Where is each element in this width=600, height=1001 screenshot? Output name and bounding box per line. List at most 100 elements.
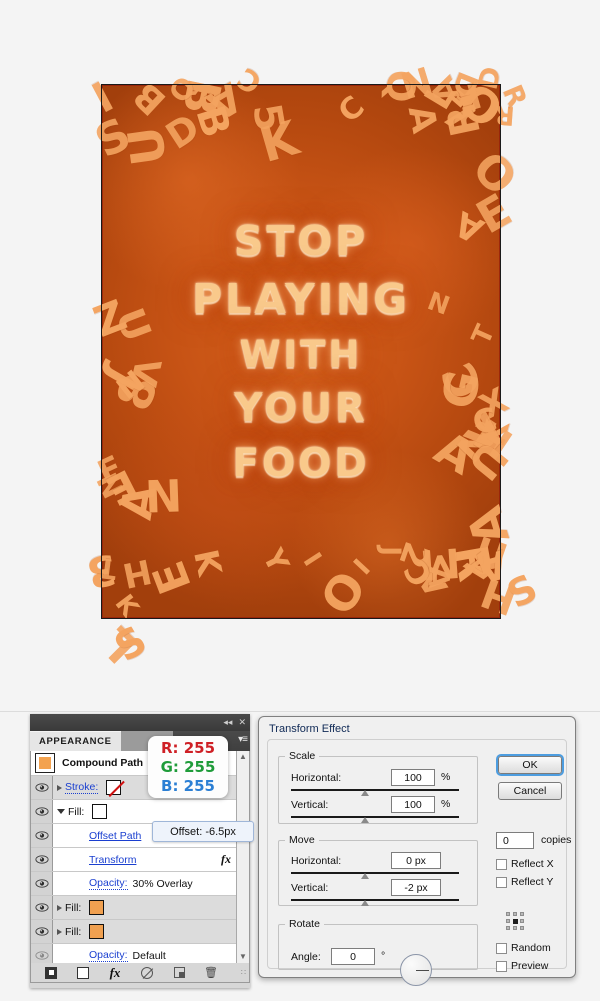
object-title: Compound Path — [62, 757, 144, 769]
move-vertical-slider[interactable] — [291, 899, 459, 906]
visibility-toggle-fill-3[interactable] — [31, 920, 53, 943]
collapse-icon[interactable]: ◂◂ — [223, 718, 232, 727]
rgb-red-value: R: 255 — [160, 738, 216, 757]
appearance-label-fill: Fill: — [68, 805, 85, 818]
color-swatch-fill-3[interactable] — [89, 924, 105, 939]
stroke-square-icon — [45, 966, 57, 979]
eye-icon — [34, 803, 49, 821]
visibility-toggle-fill[interactable] — [31, 800, 53, 823]
rgb-green-value: G: 255 — [160, 757, 216, 776]
preview-label: Preview — [511, 960, 549, 972]
reference-point-1-1[interactable] — [513, 919, 518, 924]
scroll-up-icon[interactable]: ▲ — [239, 753, 247, 761]
appearance-row-fill-2[interactable]: Fill: — [31, 896, 249, 920]
reference-point-2-1[interactable] — [513, 926, 517, 930]
panel-titlebar: ◂◂ ✕ — [30, 714, 250, 731]
visibility-toggle-opacity-2[interactable] — [31, 944, 53, 963]
copies-input[interactable]: 0 — [496, 832, 534, 849]
reference-point-0-2[interactable] — [520, 912, 524, 916]
eye-icon — [34, 875, 49, 893]
reference-point-2-0[interactable] — [506, 926, 510, 930]
random-checkbox[interactable]: Random — [496, 942, 551, 954]
appearance-label-stroke[interactable]: Stroke: — [65, 781, 99, 794]
duplicate-item-button[interactable] — [163, 964, 195, 982]
reference-point-1-2[interactable] — [520, 919, 524, 923]
reference-point-0-1[interactable] — [513, 912, 517, 916]
add-new-stroke-button[interactable] — [35, 964, 67, 982]
rotate-angle-dial[interactable] — [400, 954, 432, 986]
panel-menu-icon[interactable]: ▾≡ — [238, 734, 248, 745]
pasta-letter: T — [95, 551, 118, 585]
checkbox-box — [496, 942, 507, 954]
eye-icon — [34, 947, 49, 964]
disclosure-triangle-fill-3[interactable] — [57, 928, 62, 935]
color-swatch-stroke[interactable] — [106, 780, 122, 795]
visibility-toggle-offset-path[interactable] — [31, 824, 53, 847]
ok-button[interactable]: OK — [498, 756, 562, 774]
move-horizontal-label: Horizontal: — [291, 855, 342, 867]
visibility-toggle-transform[interactable] — [31, 848, 53, 871]
scale-horizontal-label: Horizontal: — [291, 772, 342, 784]
appearance-row-opacity-2[interactable]: Opacity: Default — [31, 944, 249, 963]
copies-label: copies — [541, 834, 572, 846]
scale-horizontal-slider[interactable] — [291, 789, 459, 796]
move-vertical-input[interactable]: -2 px — [391, 879, 441, 896]
scale-horizontal-input[interactable]: 100 — [391, 769, 435, 786]
tab-appearance[interactable]: APPEARANCE — [30, 731, 121, 751]
disclosure-triangle-fill[interactable] — [57, 808, 65, 817]
scale-vertical-slider[interactable] — [291, 816, 459, 823]
add-new-fill-button[interactable] — [67, 964, 99, 982]
appearance-scrollbar[interactable]: ▲ ▼ — [236, 751, 249, 963]
move-horizontal-input[interactable]: 0 px — [391, 852, 441, 869]
appearance-row-opacity-1[interactable]: Opacity: 30% Overlay — [31, 872, 249, 896]
scale-vertical-input[interactable]: 100 — [391, 796, 435, 813]
cancel-button[interactable]: Cancel — [498, 782, 562, 800]
no-symbol-icon — [141, 966, 153, 979]
color-swatch-fill[interactable] — [92, 804, 108, 819]
artwork[interactable]: STOP PLAYING WITH YOUR FOOD RAHUBEINDOUF… — [82, 58, 544, 671]
scroll-down-icon[interactable]: ▼ — [239, 953, 247, 961]
reflect-y-checkbox[interactable]: Reflect Y — [496, 876, 553, 888]
preview-checkbox[interactable]: Preview — [496, 960, 548, 972]
resize-grip-icon[interactable]: ∷ — [241, 968, 246, 977]
appearance-value-opacity-2: Default — [132, 949, 166, 962]
duplicate-icon — [173, 967, 185, 978]
disclosure-triangle-stroke[interactable] — [57, 784, 62, 791]
transform-effect-dialog[interactable]: Transform Effect Scale Horizontal: 100 %… — [258, 716, 576, 986]
object-thumbnail — [35, 753, 55, 773]
disclosure-triangle-fill-2[interactable] — [57, 904, 62, 911]
visibility-toggle-fill-2[interactable] — [31, 896, 53, 919]
scale-vertical-label: Vertical: — [291, 799, 329, 811]
visibility-toggle-stroke[interactable] — [31, 776, 53, 799]
eye-icon — [34, 851, 49, 869]
color-swatch-fill-2[interactable] — [89, 900, 105, 915]
fx-badge-icon: fx — [221, 852, 231, 866]
move-horizontal-slider[interactable] — [291, 872, 459, 879]
add-new-effect-button[interactable]: fx — [99, 964, 131, 982]
appearance-label-transform[interactable]: Transform — [89, 854, 136, 866]
rotate-angle-input[interactable]: 0 — [331, 948, 375, 965]
appearance-footer-toolbar[interactable]: fx 🗑 ∷ — [30, 963, 250, 983]
reference-point-2-2[interactable] — [520, 926, 524, 930]
appearance-label-opacity-1[interactable]: Opacity: — [89, 877, 128, 890]
rgb-value-tooltip: R: 255 G: 255 B: 255 — [148, 736, 228, 798]
delete-item-button[interactable]: 🗑 — [195, 964, 227, 982]
close-icon[interactable]: ✕ — [238, 718, 246, 727]
reference-point-selector[interactable] — [506, 912, 525, 931]
scale-group: Scale Horizontal: 100 % Vertical: 100 % — [278, 750, 478, 824]
rotate-group: Rotate Angle: 0 ° — [278, 918, 478, 970]
random-label: Random — [511, 942, 551, 954]
appearance-row-transform[interactable]: Transform fx — [31, 848, 249, 872]
illustration-canvas[interactable]: STOP PLAYING WITH YOUR FOOD RAHUBEINDOUF… — [0, 0, 600, 712]
clear-appearance-button[interactable] — [131, 964, 163, 982]
visibility-toggle-opacity-1[interactable] — [31, 872, 53, 895]
reflect-x-label: Reflect X — [511, 858, 554, 870]
scale-vertical-unit: % — [441, 798, 451, 810]
appearance-label-offset-path[interactable]: Offset Path — [89, 830, 141, 842]
appearance-label-opacity-2[interactable]: Opacity: — [89, 949, 128, 962]
appearance-row-fill-3[interactable]: Fill: — [31, 920, 249, 944]
scale-legend: Scale — [289, 750, 316, 762]
reference-point-1-0[interactable] — [506, 919, 510, 923]
reference-point-0-0[interactable] — [506, 912, 510, 916]
reflect-x-checkbox[interactable]: Reflect X — [496, 858, 554, 870]
